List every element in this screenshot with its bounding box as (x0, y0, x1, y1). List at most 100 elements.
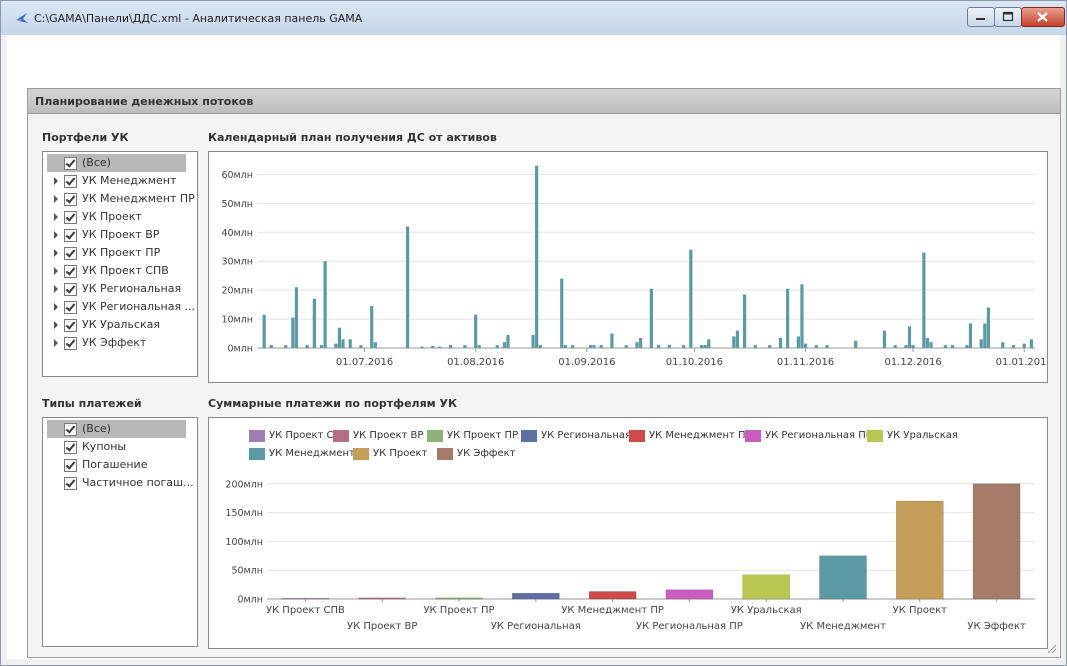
category-label: УК Проект ПР (423, 605, 494, 616)
expand-arrow-icon[interactable] (54, 321, 58, 329)
payment-type-item[interactable]: Купоны (47, 438, 186, 456)
category-label: УК Менеджмент (800, 621, 886, 632)
calendar-bar (983, 323, 987, 348)
checkbox[interactable] (64, 301, 77, 314)
totals-chart: 0млн 50млн 100млн 150млн 200млн УК Проект СПВ… (225, 479, 1035, 632)
calendar-bar (735, 330, 740, 348)
minimize-button[interactable] (967, 7, 995, 27)
payment-type-label: (Все) (82, 422, 111, 435)
checkbox[interactable] (64, 247, 77, 260)
portfolio-label: УК Уральская (82, 318, 160, 331)
payment-type-item[interactable]: Частичное погаш... (47, 474, 194, 492)
portfolio-item[interactable]: УК Проект СПВ (47, 262, 186, 280)
portfolio-item[interactable]: УК Региональная ... (47, 298, 195, 316)
expand-arrow-icon[interactable] (54, 177, 58, 185)
checkbox[interactable] (64, 211, 77, 224)
expand-arrow-icon[interactable] (54, 213, 58, 221)
calendar-bar (950, 345, 955, 348)
portfolio-item[interactable]: УК Проект ПР (47, 244, 186, 262)
checkbox[interactable] (64, 229, 77, 242)
calendar-bar (323, 261, 327, 348)
portfolio-item[interactable]: УК Проект (47, 208, 186, 226)
portfolio-item[interactable]: УК Эффект (47, 334, 186, 352)
expand-arrow-icon[interactable] (54, 267, 58, 275)
expand-arrow-icon[interactable] (54, 303, 58, 311)
checkbox[interactable] (64, 265, 77, 278)
checkbox[interactable] (64, 193, 77, 206)
category-label: УК Региональная ПР (636, 621, 743, 632)
portfolio-item[interactable]: УК Уральская (47, 316, 186, 334)
calendar-bar (682, 345, 686, 348)
maximize-icon (1002, 11, 1014, 22)
calendar-bar (1029, 339, 1034, 348)
resize-grip-icon[interactable] (1047, 644, 1057, 654)
y-tick-label: 30млн (221, 257, 253, 268)
checkbox[interactable] (64, 319, 77, 332)
portfolio-label: УК Менеджмент ПР (82, 192, 195, 205)
calendar-bar (667, 345, 671, 348)
calendar-bar (341, 339, 345, 348)
checkbox[interactable] (64, 337, 77, 350)
calendar-bar (284, 345, 288, 348)
y-tick-label: 10млн (221, 315, 253, 326)
calendar-bar (893, 345, 897, 348)
calendar-bar (732, 336, 736, 348)
calendar-bar (405, 226, 410, 348)
calendar-bar (474, 314, 478, 348)
portfolio-item[interactable]: УК Региональная (47, 280, 186, 298)
category-label: УК Менеджмент ПР (561, 605, 664, 616)
calendar-bar (334, 343, 338, 348)
calendar-bar (689, 249, 693, 348)
close-button[interactable] (1021, 7, 1065, 27)
calendar-bar (929, 342, 933, 348)
calendar-bar (911, 345, 915, 348)
y-tick-label: 20млн (221, 286, 253, 297)
checkbox[interactable] (64, 441, 77, 454)
checkbox[interactable] (64, 283, 77, 296)
category-label: УК Проект (893, 605, 948, 616)
y-tick-label: 200млн (225, 479, 263, 490)
expand-arrow-icon[interactable] (54, 339, 58, 347)
calendar-bar (495, 345, 499, 348)
portfolio-item[interactable]: УК Менеджмент ПР (47, 190, 195, 208)
portfolios-list-box: (Все) УК Менеджмент УК Менеджмент ПР УК Про… (42, 151, 198, 377)
calendar-bar (965, 345, 969, 348)
x-tick-label: 01.12.2016 (884, 357, 941, 368)
calendar-bar (925, 337, 930, 348)
expand-arrow-icon[interactable] (54, 249, 58, 257)
payment-type-item[interactable]: Погашение (47, 456, 186, 474)
calendar-bar (803, 343, 808, 348)
payment-type-item[interactable]: (Все) (47, 420, 186, 438)
x-tick-label: 01.11.2016 (777, 357, 834, 368)
maximize-button[interactable] (994, 7, 1022, 27)
calendar-bar (359, 345, 363, 348)
app-logo-icon (16, 13, 28, 23)
portfolio-label: УК Региональная ... (82, 300, 196, 313)
payment-types-list-box: (Все) Купоны Погашение Частичное погаш... (42, 417, 198, 647)
checkbox[interactable] (64, 423, 77, 436)
calendar-bar (707, 339, 711, 348)
calendar-bar (882, 330, 887, 348)
calendar-bar (563, 345, 567, 348)
title-bar[interactable]: C:\GAMA\Панели\ДДС.xml - Аналитическая п… (1, 1, 1066, 35)
portfolio-item[interactable]: УК Проект ВР (47, 226, 186, 244)
expand-arrow-icon[interactable] (54, 285, 58, 293)
checkbox[interactable] (64, 157, 77, 170)
payment-type-label: Купоны (82, 440, 127, 453)
portfolio-item[interactable]: УК Менеджмент (47, 172, 186, 190)
calendar-bar (305, 345, 309, 348)
portfolio-label: УК Проект ПР (82, 246, 161, 259)
calendar-bar (1011, 345, 1016, 348)
category-label: УК Проект ВР (347, 621, 417, 632)
total-bar (435, 597, 483, 600)
portfolio-item[interactable]: (Все) (47, 154, 186, 172)
calendar-bar (538, 345, 542, 348)
checkbox[interactable] (64, 175, 77, 188)
expand-arrow-icon[interactable] (54, 231, 58, 239)
checkbox[interactable] (64, 459, 77, 472)
y-tick-label: 100млн (225, 537, 263, 548)
expand-arrow-icon[interactable] (54, 195, 58, 203)
portfolio-label: (Все) (82, 156, 111, 169)
calendar-bar (502, 342, 506, 348)
checkbox[interactable] (64, 477, 77, 490)
